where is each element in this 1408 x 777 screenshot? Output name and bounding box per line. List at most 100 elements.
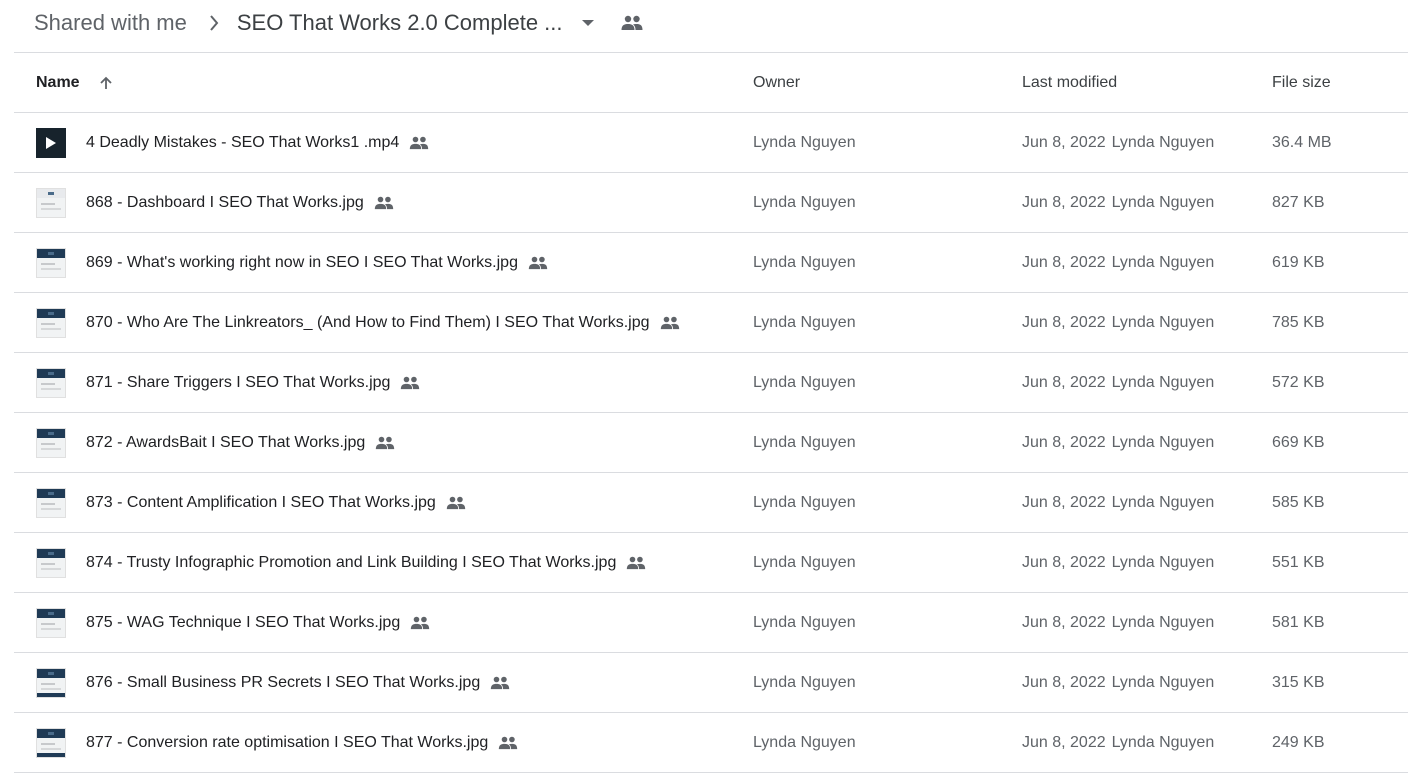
- file-name: 872 - AwardsBait I SEO That Works.jpg: [86, 433, 366, 451]
- column-header-file-size[interactable]: File size: [1272, 73, 1331, 93]
- file-name-cell: 873 - Content Amplification I SEO That W…: [36, 487, 466, 518]
- file-thumbnail: [36, 247, 66, 278]
- file-size: 669 KB: [1272, 433, 1325, 451]
- file-name-cell: 4 Deadly Mistakes - SEO That Works1 .mp4: [36, 127, 429, 158]
- file-row[interactable]: 874 - Trusty Infographic Promotion and L…: [14, 533, 1408, 593]
- breadcrumb-current-folder[interactable]: SEO That Works 2.0 Complete ...: [237, 10, 563, 36]
- file-modified-date: Jun 8, 2022: [1022, 133, 1106, 151]
- people-icon: [374, 196, 394, 210]
- file-name-cell: 870 - Who Are The Linkreators_ (And How …: [36, 307, 680, 338]
- file-last-modified: Jun 8, 2022 Lynda Nguyen: [1022, 733, 1214, 753]
- breadcrumb-shared-with-me[interactable]: Shared with me: [34, 10, 187, 36]
- file-name: 877 - Conversion rate optimisation I SEO…: [86, 733, 489, 751]
- file-name: 869 - What's working right now in SEO I …: [86, 253, 518, 271]
- file-row[interactable]: 873 - Content Amplification I SEO That W…: [14, 473, 1408, 533]
- file-list: Name Owner Last modified File size 4 Dea…: [14, 53, 1408, 773]
- file-modified-by: Lynda Nguyen: [1111, 433, 1215, 451]
- file-modified-by: Lynda Nguyen: [1111, 193, 1215, 211]
- file-modified-by: Lynda Nguyen: [1111, 373, 1215, 391]
- breadcrumb: Shared with me SEO That Works 2.0 Comple…: [34, 0, 643, 46]
- file-modified-date: Jun 8, 2022: [1022, 373, 1106, 391]
- file-size: 315 KB: [1272, 673, 1325, 691]
- column-header-owner[interactable]: Owner: [753, 73, 800, 93]
- people-icon: [626, 556, 646, 570]
- file-name-cell: 877 - Conversion rate optimisation I SEO…: [36, 727, 518, 758]
- file-modified-date: Jun 8, 2022: [1022, 493, 1106, 511]
- file-modified-by: Lynda Nguyen: [1111, 313, 1215, 331]
- file-size: 36.4 MB: [1272, 133, 1332, 151]
- file-row[interactable]: 4 Deadly Mistakes - SEO That Works1 .mp4…: [14, 113, 1408, 173]
- file-thumbnail: [36, 727, 66, 758]
- file-thumbnail: [36, 427, 66, 458]
- file-thumbnail: [36, 307, 66, 338]
- file-owner: Lynda Nguyen: [753, 733, 856, 751]
- file-name-cell: 871 - Share Triggers I SEO That Works.jp…: [36, 367, 420, 398]
- file-last-modified: Jun 8, 2022 Lynda Nguyen: [1022, 613, 1214, 633]
- file-name: 4 Deadly Mistakes - SEO That Works1 .mp4: [86, 133, 400, 151]
- file-row[interactable]: 868 - Dashboard I SEO That Works.jpg Lyn…: [14, 173, 1408, 233]
- file-last-modified: Jun 8, 2022 Lynda Nguyen: [1022, 493, 1214, 513]
- file-last-modified: Jun 8, 2022 Lynda Nguyen: [1022, 253, 1214, 273]
- file-owner: Lynda Nguyen: [753, 553, 856, 571]
- file-thumbnail: [36, 667, 66, 698]
- people-icon: [621, 15, 643, 31]
- people-icon: [498, 736, 518, 750]
- file-last-modified: Jun 8, 2022 Lynda Nguyen: [1022, 433, 1214, 453]
- file-row[interactable]: 876 - Small Business PR Secrets I SEO Th…: [14, 653, 1408, 713]
- file-row[interactable]: 869 - What's working right now in SEO I …: [14, 233, 1408, 293]
- file-modified-date: Jun 8, 2022: [1022, 553, 1106, 571]
- file-owner: Lynda Nguyen: [753, 133, 856, 151]
- file-row[interactable]: 875 - WAG Technique I SEO That Works.jpg…: [14, 593, 1408, 653]
- file-modified-by: Lynda Nguyen: [1111, 733, 1215, 751]
- file-name: 875 - WAG Technique I SEO That Works.jpg: [86, 613, 401, 631]
- file-owner: Lynda Nguyen: [753, 313, 856, 331]
- file-modified-date: Jun 8, 2022: [1022, 733, 1106, 751]
- column-header-last-modified[interactable]: Last modified: [1022, 73, 1117, 93]
- file-size: 551 KB: [1272, 553, 1325, 571]
- file-row[interactable]: 872 - AwardsBait I SEO That Works.jpg Ly…: [14, 413, 1408, 473]
- file-rows: 4 Deadly Mistakes - SEO That Works1 .mp4…: [14, 113, 1408, 773]
- file-last-modified: Jun 8, 2022 Lynda Nguyen: [1022, 673, 1214, 693]
- file-modified-by: Lynda Nguyen: [1111, 493, 1215, 511]
- file-name: 870 - Who Are The Linkreators_ (And How …: [86, 313, 650, 331]
- column-header-name[interactable]: Name: [36, 73, 114, 93]
- file-owner: Lynda Nguyen: [753, 253, 856, 271]
- people-icon: [446, 496, 466, 510]
- chevron-right-icon: [209, 15, 219, 31]
- file-name-cell: 876 - Small Business PR Secrets I SEO Th…: [36, 667, 510, 698]
- people-icon: [409, 136, 429, 150]
- people-icon: [410, 616, 430, 630]
- column-header-row: Name Owner Last modified File size: [14, 53, 1408, 113]
- file-row[interactable]: 870 - Who Are The Linkreators_ (And How …: [14, 293, 1408, 353]
- file-modified-date: Jun 8, 2022: [1022, 253, 1106, 271]
- play-icon: [36, 127, 66, 158]
- file-name-cell: 872 - AwardsBait I SEO That Works.jpg: [36, 427, 395, 458]
- file-modified-by: Lynda Nguyen: [1111, 613, 1215, 631]
- file-last-modified: Jun 8, 2022 Lynda Nguyen: [1022, 193, 1214, 213]
- file-thumbnail: [36, 607, 66, 638]
- file-last-modified: Jun 8, 2022 Lynda Nguyen: [1022, 553, 1214, 573]
- file-modified-by: Lynda Nguyen: [1111, 133, 1215, 151]
- file-size: 785 KB: [1272, 313, 1325, 331]
- file-name: 868 - Dashboard I SEO That Works.jpg: [86, 193, 364, 211]
- file-name-cell: 869 - What's working right now in SEO I …: [36, 247, 548, 278]
- file-modified-by: Lynda Nguyen: [1111, 253, 1215, 271]
- file-modified-date: Jun 8, 2022: [1022, 613, 1106, 631]
- file-last-modified: Jun 8, 2022 Lynda Nguyen: [1022, 133, 1214, 153]
- file-owner: Lynda Nguyen: [753, 373, 856, 391]
- caret-down-icon[interactable]: [581, 19, 595, 27]
- file-thumbnail: [36, 187, 66, 218]
- people-icon: [490, 676, 510, 690]
- arrow-up-icon[interactable]: [98, 75, 114, 91]
- file-owner: Lynda Nguyen: [753, 193, 856, 211]
- file-row[interactable]: 877 - Conversion rate optimisation I SEO…: [14, 713, 1408, 773]
- file-name-cell: 874 - Trusty Infographic Promotion and L…: [36, 547, 646, 578]
- file-name-cell: 868 - Dashboard I SEO That Works.jpg: [36, 187, 394, 218]
- file-name-cell: 875 - WAG Technique I SEO That Works.jpg: [36, 607, 430, 638]
- file-last-modified: Jun 8, 2022 Lynda Nguyen: [1022, 313, 1214, 333]
- file-modified-date: Jun 8, 2022: [1022, 433, 1106, 451]
- column-header-name-label: Name: [36, 73, 80, 91]
- file-modified-date: Jun 8, 2022: [1022, 193, 1106, 211]
- file-size: 827 KB: [1272, 193, 1325, 211]
- file-row[interactable]: 871 - Share Triggers I SEO That Works.jp…: [14, 353, 1408, 413]
